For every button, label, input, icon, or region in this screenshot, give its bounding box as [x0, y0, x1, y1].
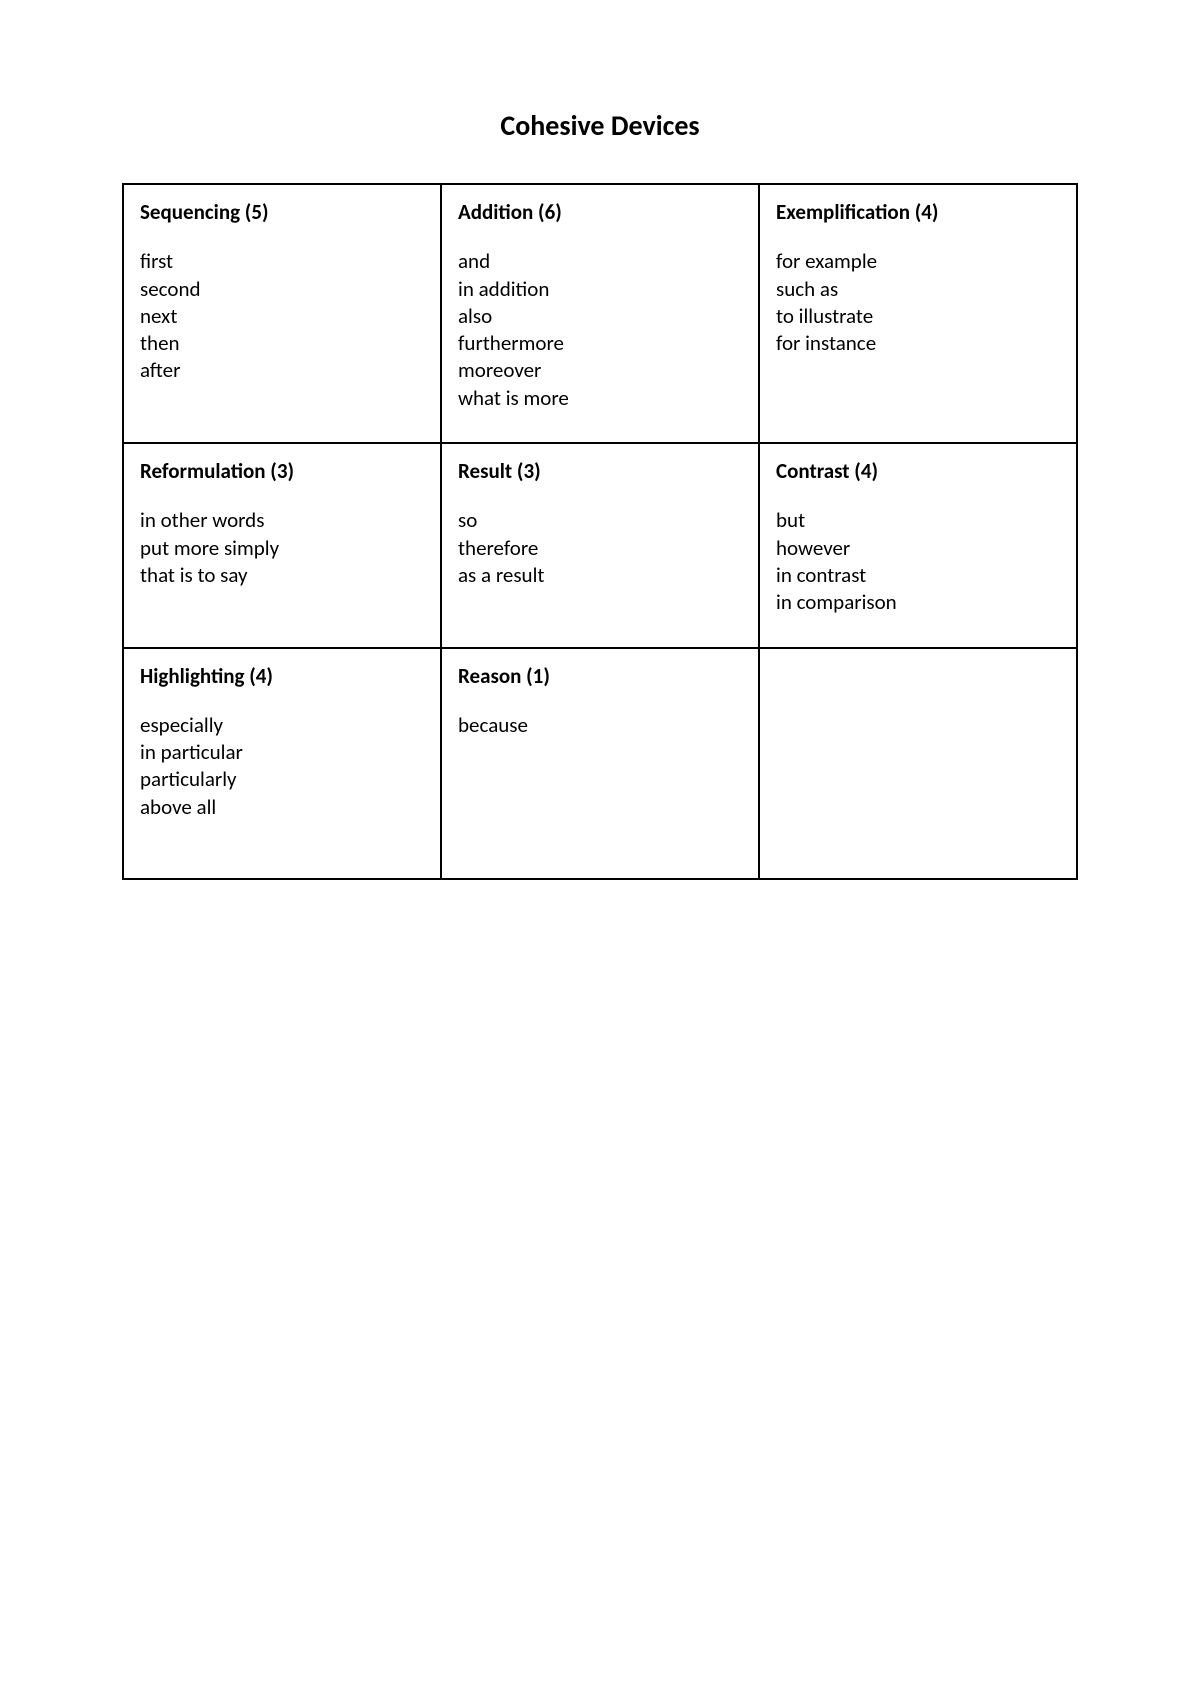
table-cell: Highlighting (4) especially in particula… [123, 648, 441, 880]
page-title: Cohesive Devices [0, 108, 1200, 143]
table-cell: Reformulation (3) in other words put mor… [123, 443, 441, 647]
cell-item: furthermore [458, 330, 742, 357]
cell-item: therefore [458, 535, 742, 562]
cell-item: in contrast [776, 562, 1060, 589]
cell-heading: Contrast (4) [776, 458, 1060, 485]
cohesive-devices-table: Sequencing (5) first second next then af… [122, 183, 1078, 880]
table-cell: Exemplification (4) for example such as … [759, 184, 1077, 443]
cell-item: in other words [140, 507, 424, 534]
cell-item: that is to say [140, 562, 424, 589]
table-cell: Contrast (4) but however in contrast in … [759, 443, 1077, 647]
cell-item: first [140, 248, 424, 275]
cell-item: moreover [458, 357, 742, 384]
cell-heading: Reason (1) [458, 663, 742, 690]
table-cell: Addition (6) and in addition also furthe… [441, 184, 759, 443]
cell-item: as a result [458, 562, 742, 589]
cell-item: because [458, 712, 742, 739]
table-cell: Sequencing (5) first second next then af… [123, 184, 441, 443]
cell-item: after [140, 357, 424, 384]
cell-item: next [140, 303, 424, 330]
cell-item: what is more [458, 385, 742, 412]
cell-item: to illustrate [776, 303, 1060, 330]
cell-heading: Reformulation (3) [140, 458, 424, 485]
cell-item: second [140, 276, 424, 303]
cell-item: for instance [776, 330, 1060, 357]
table-cell: Reason (1) because [441, 648, 759, 880]
cell-heading: Sequencing (5) [140, 199, 424, 226]
cell-item: especially [140, 712, 424, 739]
table-cell: Result (3) so therefore as a result [441, 443, 759, 647]
table-cell [759, 648, 1077, 880]
cell-item: in addition [458, 276, 742, 303]
cell-item: so [458, 507, 742, 534]
cell-item: particularly [140, 766, 424, 793]
cell-item: put more simply [140, 535, 424, 562]
table-row: Highlighting (4) especially in particula… [123, 648, 1077, 880]
cell-item: for example [776, 248, 1060, 275]
cell-item: above all [140, 794, 424, 821]
cell-item: also [458, 303, 742, 330]
cell-heading: Addition (6) [458, 199, 742, 226]
cell-item: in particular [140, 739, 424, 766]
cell-heading: Result (3) [458, 458, 742, 485]
cell-item: then [140, 330, 424, 357]
cell-item: such as [776, 276, 1060, 303]
cell-item: and [458, 248, 742, 275]
table-row: Reformulation (3) in other words put mor… [123, 443, 1077, 647]
cell-heading: Highlighting (4) [140, 663, 424, 690]
table-row: Sequencing (5) first second next then af… [123, 184, 1077, 443]
cell-item: however [776, 535, 1060, 562]
cell-item: but [776, 507, 1060, 534]
cell-item: in comparison [776, 589, 1060, 616]
cell-heading: Exemplification (4) [776, 199, 1060, 226]
